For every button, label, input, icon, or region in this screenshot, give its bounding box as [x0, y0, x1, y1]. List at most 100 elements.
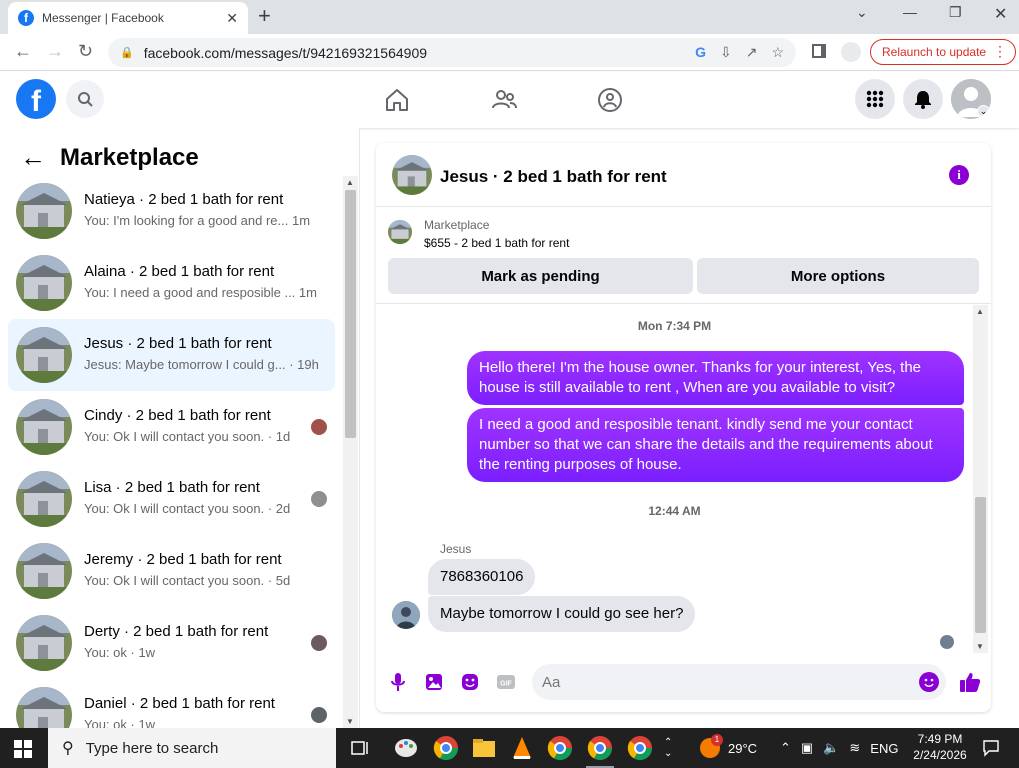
facebook-logo-icon[interactable]: f: [16, 79, 56, 119]
thread-scrollbar[interactable]: ▲ ▼: [973, 305, 988, 653]
tab-title: Messenger | Facebook: [42, 11, 164, 25]
conversation-item[interactable]: Alaina · 2 bed 1 bath for rent You: I ne…: [8, 247, 335, 319]
conversation-item[interactable]: Derty · 2 bed 1 bath for rent You: ok · …: [8, 607, 335, 679]
file-explorer-icon[interactable]: [470, 734, 498, 762]
wifi-icon[interactable]: ≋: [849, 740, 860, 756]
seen-avatar: [311, 419, 327, 435]
chrome-app-icon[interactable]: [546, 734, 574, 762]
share-icon[interactable]: ↗: [746, 44, 758, 61]
install-app-icon[interactable]: ⇩: [720, 44, 732, 61]
photo-icon[interactable]: [424, 672, 444, 692]
home-icon[interactable]: [383, 86, 411, 114]
vlc-app-icon[interactable]: [508, 734, 536, 762]
show-hidden-icons-chevron-icon[interactable]: ⌃: [780, 740, 791, 756]
conversation-name: Jesus · 2 bed 1 bath for rent: [84, 335, 272, 352]
listing-thumbnail[interactable]: [388, 220, 412, 244]
message-input[interactable]: [532, 664, 946, 700]
chat-house-thumbnail[interactable]: [392, 155, 432, 195]
minimize-button[interactable]: —: [903, 4, 917, 20]
taskbar-clock[interactable]: 7:49 PM 2/24/2026: [908, 731, 972, 763]
conversation-name: Jeremy · 2 bed 1 bath for rent: [84, 551, 282, 568]
thumbs-up-icon[interactable]: [958, 670, 982, 694]
weather-icon: 1: [700, 734, 723, 758]
microphone-icon[interactable]: [388, 672, 408, 692]
mark-as-pending-button[interactable]: Mark as pending: [388, 258, 693, 294]
notification-center-icon[interactable]: [982, 739, 1000, 757]
scroll-down-arrow-icon[interactable]: ▼: [976, 642, 984, 651]
sender-avatar[interactable]: [392, 601, 420, 629]
taskbar-scroll-arrows[interactable]: ⌃ ⌄: [664, 728, 672, 768]
account-avatar[interactable]: ⌄: [951, 79, 991, 119]
scroll-up-arrow-icon[interactable]: ▲: [976, 307, 984, 316]
tab-search-chevron-icon[interactable]: ⌄: [856, 4, 868, 21]
reload-button[interactable]: ↻: [78, 41, 93, 62]
outgoing-message[interactable]: Hello there! I'm the house owner. Thanks…: [467, 351, 964, 405]
incoming-message[interactable]: Maybe tomorrow I could go see her?: [428, 596, 696, 632]
scroll-up-arrow-icon[interactable]: ▲: [346, 178, 354, 187]
seen-avatar: [311, 635, 327, 651]
conversation-item[interactable]: Cindy · 2 bed 1 bath for rent You: Ok I …: [8, 391, 335, 463]
back-arrow-icon[interactable]: ←: [20, 142, 46, 173]
relaunch-to-update-button[interactable]: Relaunch to update ⋮: [870, 39, 1016, 65]
language-indicator[interactable]: ENG: [870, 741, 898, 756]
listing-price[interactable]: $655 - 2 bed 1 bath for rent: [424, 236, 569, 250]
task-view-icon[interactable]: [346, 734, 374, 762]
seen-avatar: [311, 491, 327, 507]
info-icon[interactable]: i: [949, 165, 969, 185]
read-receipt-avatar: [940, 635, 954, 649]
chrome-menu-icon[interactable]: ⋮: [993, 43, 1007, 60]
close-tab-icon[interactable]: ✕: [226, 10, 238, 27]
facebook-search-button[interactable]: [66, 80, 104, 118]
search-icon: [78, 92, 93, 107]
taskbar-search-box[interactable]: ⚲ Type here to search: [48, 728, 336, 768]
emoji-icon[interactable]: [919, 672, 939, 692]
friends-icon[interactable]: [490, 86, 518, 114]
sticker-icon[interactable]: [460, 672, 480, 692]
house-thumbnail: [16, 327, 72, 383]
weather-badge: 1: [711, 734, 723, 746]
scroll-down-arrow-icon[interactable]: ▼: [346, 717, 354, 726]
side-panel-icon[interactable]: [812, 44, 826, 58]
lock-icon[interactable]: 🔒: [120, 46, 134, 59]
windows-start-icon[interactable]: [14, 740, 32, 758]
restore-button[interactable]: ❐: [949, 4, 962, 21]
conversation-item[interactable]: Natieya · 2 bed 1 bath for rent You: I'm…: [8, 175, 335, 247]
gif-icon[interactable]: GIF: [496, 672, 516, 692]
volume-icon[interactable]: 🔈: [823, 740, 839, 756]
browser-tab[interactable]: f Messenger | Facebook ✕: [8, 2, 248, 34]
scrollbar-thumb[interactable]: [345, 190, 356, 438]
google-lens-icon[interactable]: G: [695, 44, 706, 61]
new-tab-button[interactable]: +: [258, 5, 271, 27]
back-button[interactable]: ←: [14, 41, 32, 62]
taskbar-search-placeholder: Type here to search: [85, 739, 219, 757]
chat-title[interactable]: Jesus · 2 bed 1 bath for rent: [440, 167, 667, 187]
conversation-item-active[interactable]: Jesus · 2 bed 1 bath for rent Jesus: May…: [8, 319, 335, 391]
meet-now-icon[interactable]: ▣: [801, 740, 813, 756]
chrome-app-icon[interactable]: [626, 734, 654, 762]
notifications-button[interactable]: [903, 79, 943, 119]
outgoing-message[interactable]: I need a good and resposible tenant. kin…: [467, 408, 964, 482]
conversation-item[interactable]: Lisa · 2 bed 1 bath for rent You: Ok I w…: [8, 463, 335, 535]
incoming-message[interactable]: 7868360106: [428, 559, 536, 595]
house-thumbnail: [16, 615, 72, 671]
menu-grid-button[interactable]: [855, 79, 895, 119]
bookmark-star-icon[interactable]: ☆: [771, 44, 784, 61]
paint-app-icon[interactable]: [392, 734, 420, 762]
conversation-item[interactable]: Jeremy · 2 bed 1 bath for rent You: Ok I…: [8, 535, 335, 607]
weather-widget[interactable]: 1 29°C: [700, 728, 757, 768]
message-composer: GIF: [376, 660, 991, 704]
more-options-button[interactable]: More options: [697, 258, 979, 294]
chrome-app-icon-active[interactable]: [586, 734, 614, 762]
forward-button[interactable]: →: [46, 41, 64, 62]
windows-taskbar: ⚲ Type here to search ⌃ ⌄ 1 29°C ⌃ ▣ 🔈 ≋ …: [0, 728, 1019, 768]
conversation-preview: You: Ok I will contact you soon. · 5d: [84, 573, 291, 588]
profile-icon[interactable]: [841, 42, 861, 62]
close-window-button[interactable]: ✕: [994, 4, 1007, 24]
chat-panel: Jesus · 2 bed 1 bath for rent i Marketpl…: [376, 143, 991, 712]
groups-icon[interactable]: [596, 86, 624, 114]
scrollbar-thumb[interactable]: [975, 497, 986, 633]
conversation-item[interactable]: Daniel · 2 bed 1 bath for rent You: ok ·…: [8, 679, 335, 728]
conversation-scrollbar[interactable]: ▲ ▼: [343, 176, 358, 728]
address-bar[interactable]: 🔒 facebook.com/messages/t/94216932156490…: [108, 38, 796, 67]
chrome-app-icon[interactable]: [432, 734, 460, 762]
